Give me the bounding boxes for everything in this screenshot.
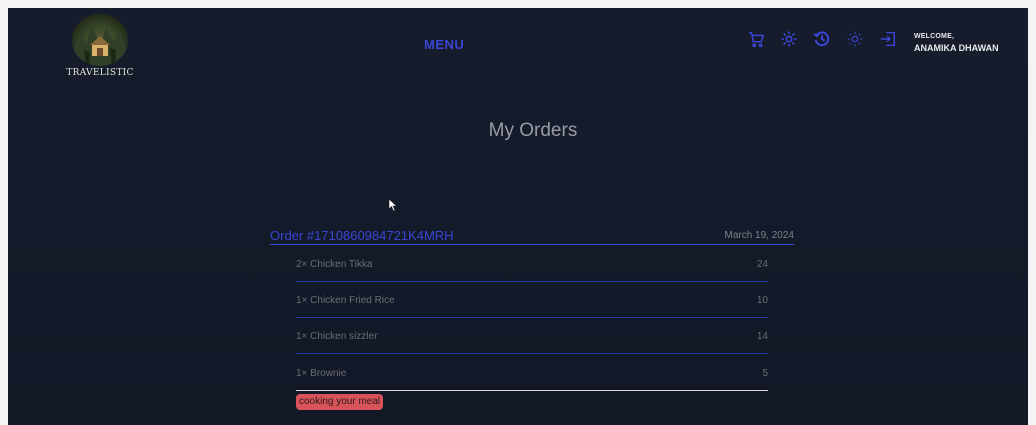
item-name: 2× Chicken Tikka — [296, 259, 373, 270]
header-icon-bar — [746, 28, 898, 50]
sun-icon[interactable] — [845, 29, 865, 49]
item-price: 10 — [756, 295, 768, 306]
page-title: My Orders — [488, 120, 578, 141]
history-icon[interactable] — [812, 29, 832, 49]
mouse-cursor-icon — [388, 198, 398, 212]
item-price: 24 — [756, 259, 768, 270]
logo[interactable]: TRAVELISTIC — [60, 14, 140, 78]
logo-image-icon — [72, 14, 128, 66]
order-date: March 19, 2024 — [724, 230, 795, 241]
order-item-row: 1× Brownie 5 — [296, 355, 768, 391]
nav-menu-link[interactable]: MENU — [424, 37, 464, 52]
window-frame-left — [0, 0, 8, 425]
item-price: 14 — [756, 331, 768, 342]
welcome-label: WELCOME, — [914, 33, 955, 40]
order-item-row: 2× Chicken Tikka 24 — [296, 246, 768, 282]
logout-icon[interactable] — [878, 29, 898, 49]
gear-icon[interactable] — [779, 29, 799, 49]
item-name: 1× Brownie — [296, 368, 347, 379]
order-item-row: 1× Chicken sizzler 14 — [296, 318, 768, 354]
item-name: 1× Chicken Fried Rice — [296, 295, 395, 306]
window-frame-top — [0, 0, 1036, 8]
order-id-link[interactable]: Order #1710860984721K4MRH — [270, 228, 454, 243]
cart-icon[interactable] — [746, 29, 766, 49]
item-name: 1× Chicken sizzler — [296, 331, 378, 342]
order-item-row: 1× Chicken Fried Rice 10 — [296, 282, 768, 318]
welcome-user: WELCOME, ANAMIKA DHAWAN — [914, 32, 999, 53]
window-frame-right — [1028, 0, 1036, 425]
order-status-badge: cooking your meal — [296, 394, 384, 410]
user-name: ANAMIKA DHAWAN — [914, 43, 999, 53]
app-window: TRAVELISTIC MENU WELCOME, ANAMIKA DHAWAN… — [8, 8, 1028, 425]
item-price: 5 — [762, 368, 768, 379]
logo-text: TRAVELISTIC — [66, 68, 134, 78]
order-header: Order #1710860984721K4MRH March 19, 2024 — [270, 228, 794, 245]
